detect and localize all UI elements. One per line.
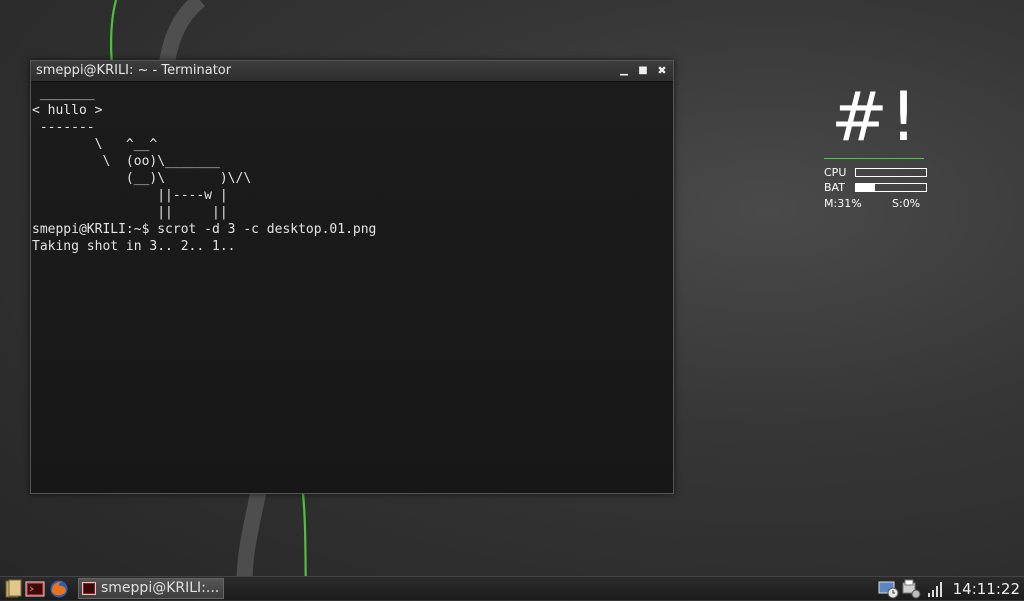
printer-icon[interactable] [901, 579, 923, 599]
terminal-line: < hullo > [32, 103, 103, 118]
taskbar: smeppi@KRILI:... 14:11:22 [0, 576, 1024, 600]
terminal-line: ||----w | [32, 188, 228, 203]
firefox-icon[interactable] [49, 579, 69, 599]
terminal-line: smeppi@KRILI:~$ scrot -d 3 -c desktop.01… [32, 222, 377, 237]
terminal-line: \ (oo)\_______ [32, 154, 220, 169]
battery-bar-fill [856, 184, 875, 191]
maximize-button[interactable]: ■ [636, 64, 650, 78]
battery-label: BAT [824, 181, 845, 194]
cpu-bar [855, 168, 927, 177]
cpu-row: CPU [824, 165, 927, 180]
task-label: smeppi@KRILI:... [101, 580, 220, 596]
terminal-line: Taking shot in 3.. 2.. 1.. [32, 239, 236, 254]
terminal-line: \ ^__^ [32, 137, 158, 152]
memory-usage: M:31% [824, 197, 862, 210]
terminal-line: _______ [32, 86, 95, 101]
battery-bar [855, 183, 927, 192]
conky-monitor: #! CPU BAT M:31% S:0% [824, 78, 927, 211]
file-manager-icon[interactable] [3, 579, 23, 599]
conky-separator [824, 158, 924, 159]
window-title: smeppi@KRILI: ~ - Terminator [36, 63, 232, 78]
terminal-line: (__)\ )\/\ [32, 171, 252, 186]
terminal-content[interactable]: _______ < hullo > ------- \ ^__^ \ (oo)\… [31, 82, 673, 493]
terminal-window[interactable]: smeppi@KRILI: ~ - Terminator ▁ ■ ✖ _____… [30, 60, 674, 494]
terminal-task-icon [82, 582, 96, 595]
memory-row: M:31% S:0% [824, 196, 926, 211]
network-icon[interactable] [878, 579, 900, 599]
window-titlebar[interactable]: smeppi@KRILI: ~ - Terminator ▁ ■ ✖ [31, 61, 673, 82]
terminal-line: ------- [32, 120, 95, 135]
crunchbang-logo: #! [830, 78, 920, 157]
swap-usage: S:0% [892, 197, 921, 210]
close-button[interactable]: ✖ [655, 64, 669, 78]
clock: 14:11:22 [952, 580, 1020, 598]
terminal-icon[interactable] [25, 579, 45, 599]
battery-row: BAT [824, 180, 927, 195]
volume-icon[interactable] [926, 579, 944, 599]
terminal-line: || || [32, 205, 228, 220]
taskbar-task-terminal[interactable]: smeppi@KRILI:... [78, 578, 224, 599]
cpu-label: CPU [824, 166, 847, 179]
minimize-button[interactable]: ▁ [617, 64, 631, 78]
